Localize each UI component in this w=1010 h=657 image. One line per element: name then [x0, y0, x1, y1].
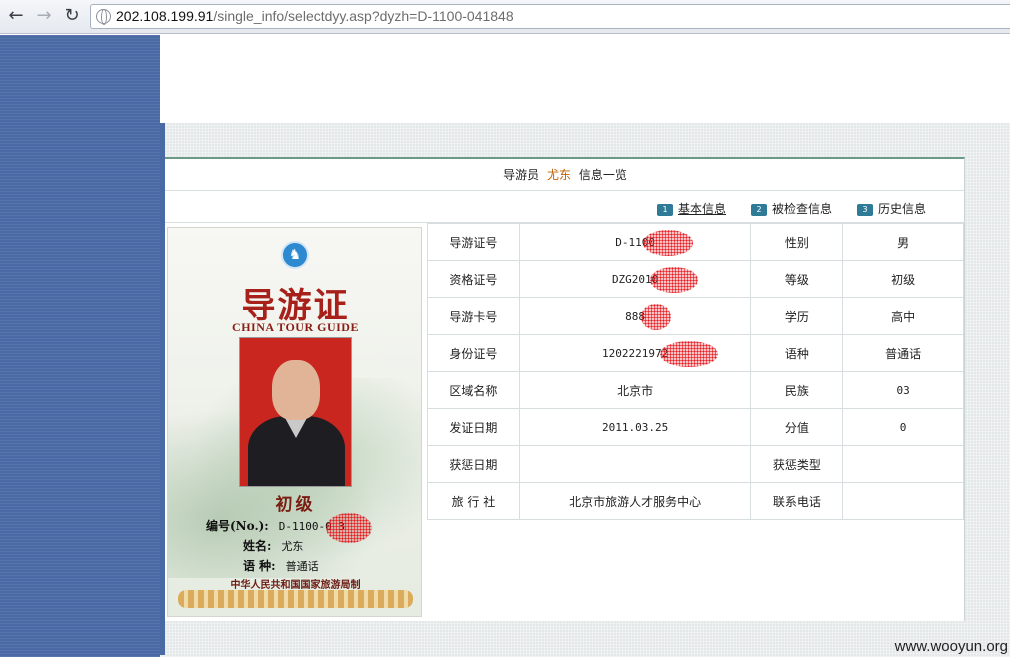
- forward-arrow-icon[interactable]: →: [33, 5, 55, 27]
- field-value: DZG2010: [518, 260, 752, 298]
- field-label: 语种: [750, 334, 844, 372]
- field-value: 0: [842, 408, 964, 446]
- field-value: D-1100: [518, 223, 752, 261]
- card-language-value: 普通话: [285, 560, 319, 573]
- globe-icon: [96, 9, 111, 25]
- field-value: [842, 482, 964, 520]
- redaction-scribble: [326, 513, 372, 543]
- left-frame: [0, 35, 160, 657]
- field-label: 旅 行 社: [427, 482, 520, 520]
- table-row: 区域名称 北京市 民族 03: [427, 371, 964, 409]
- field-label: 民族: [750, 371, 844, 409]
- card-subtitle: CHINA TOUR GUIDE: [232, 320, 359, 334]
- card-number-label: 编号(No.):: [206, 519, 269, 533]
- field-label: 导游卡号: [427, 297, 520, 335]
- reload-icon[interactable]: ↻: [61, 5, 83, 27]
- card-name-value: 尤东: [281, 540, 304, 553]
- field-value: [518, 445, 752, 483]
- field-label: 性别: [750, 223, 844, 261]
- field-value: 高中: [842, 297, 964, 335]
- tab-bar: 1 基本信息 2 被检查信息 3 历史信息: [165, 192, 965, 223]
- card-language-label: 语 种:: [243, 559, 276, 573]
- page-title: 导游员 尤东 信息一览: [165, 159, 965, 191]
- redaction-scribble: [649, 266, 698, 293]
- address-bar[interactable]: 202.108.199.91/single_info/selectdyy.asp…: [90, 4, 1010, 29]
- guide-photo: [239, 337, 352, 487]
- field-value: 初级: [842, 260, 964, 298]
- field-label: 联系电话: [750, 482, 844, 520]
- guide-info-table: 导游证号 D-1100 性别 男 资格证号 DZG2010 等级 初级 导游卡号…: [427, 223, 964, 520]
- redaction-scribble: [643, 229, 694, 256]
- card-level: 初级: [275, 495, 316, 515]
- card-issuer: 中华人民共和国国家旅游局制: [230, 580, 361, 591]
- card-name-label: 姓名:: [243, 539, 272, 553]
- watermark: www.wooyun.org: [894, 638, 1008, 655]
- tab-number-icon: 2: [751, 204, 767, 216]
- field-value: 普通话: [842, 334, 964, 372]
- top-frame: [160, 35, 1010, 123]
- redaction-scribble: [641, 303, 672, 330]
- table-row: 发证日期 2011.03.25 分值 0: [427, 408, 964, 446]
- guide-info-panel: 导游员 尤东 信息一览 1 基本信息 2 被检查信息 3 历史信息 ♞ 导游证 CHI…: [165, 157, 965, 621]
- tab-label: 历史信息: [878, 202, 927, 216]
- field-label: 获惩类型: [750, 445, 844, 483]
- tab-basic-info[interactable]: 1 基本信息: [657, 200, 726, 217]
- field-label: 身份证号: [427, 334, 520, 372]
- field-label: 获惩日期: [427, 445, 520, 483]
- field-value: 2011.03.25: [518, 408, 752, 446]
- field-value: 北京市旅游人才服务中心: [518, 482, 752, 520]
- table-row: 导游证号 D-1100 性别 男: [427, 223, 964, 261]
- table-row: 获惩日期 获惩类型: [427, 445, 964, 483]
- card-number: 编号(No.): D-1100-0 3: [206, 517, 345, 534]
- field-label: 导游证号: [427, 223, 520, 261]
- field-value-text: 1202221972: [602, 346, 669, 360]
- tab-label: 被检查信息: [772, 202, 833, 216]
- field-label: 分值: [750, 408, 844, 446]
- card-name: 姓名: 尤东: [243, 537, 303, 554]
- browser-toolbar: ← → ↻ 202.108.199.91/single_info/selectd…: [0, 0, 1010, 34]
- table-row: 资格证号 DZG2010 等级 初级: [427, 260, 964, 298]
- tab-number-icon: 1: [657, 204, 673, 216]
- title-prefix: 导游员: [503, 168, 540, 182]
- field-value: 03: [842, 371, 964, 409]
- field-label: 发证日期: [427, 408, 520, 446]
- redaction-scribble: [660, 340, 718, 367]
- field-value: 888: [518, 297, 752, 335]
- horse-logo-icon: ♞: [281, 241, 309, 269]
- guide-name: 尤东: [546, 168, 571, 182]
- guide-id-card: ♞ 导游证 CHINA TOUR GUIDE 初级 编号(No.): D-1100…: [167, 227, 422, 617]
- field-value: 1202221972: [518, 334, 752, 372]
- photo-head: [272, 360, 320, 420]
- field-value: [842, 445, 964, 483]
- tab-inspection-info[interactable]: 2 被检查信息: [751, 200, 832, 217]
- back-arrow-icon[interactable]: ←: [5, 5, 27, 27]
- field-label: 区域名称: [427, 371, 520, 409]
- field-label: 学历: [750, 297, 844, 335]
- table-row: 旅 行 社 北京市旅游人才服务中心 联系电话: [427, 482, 964, 520]
- url-text: 202.108.199.91/single_info/selectdyy.asp…: [116, 8, 514, 24]
- table-row: 身份证号 1202221972 语种 普通话: [427, 334, 964, 372]
- card-language: 语 种: 普通话: [243, 557, 319, 574]
- tab-history-info[interactable]: 3 历史信息: [857, 200, 926, 217]
- field-label: 资格证号: [427, 260, 520, 298]
- field-value: 北京市: [518, 371, 752, 409]
- table-row: 导游卡号 888 学历 高中: [427, 297, 964, 335]
- title-suffix: 信息一览: [578, 168, 627, 182]
- field-value: 男: [842, 223, 964, 261]
- tab-label: 基本信息: [678, 202, 727, 216]
- field-label: 等级: [750, 260, 844, 298]
- tab-number-icon: 3: [857, 204, 873, 216]
- card-decorative-border: [178, 590, 413, 608]
